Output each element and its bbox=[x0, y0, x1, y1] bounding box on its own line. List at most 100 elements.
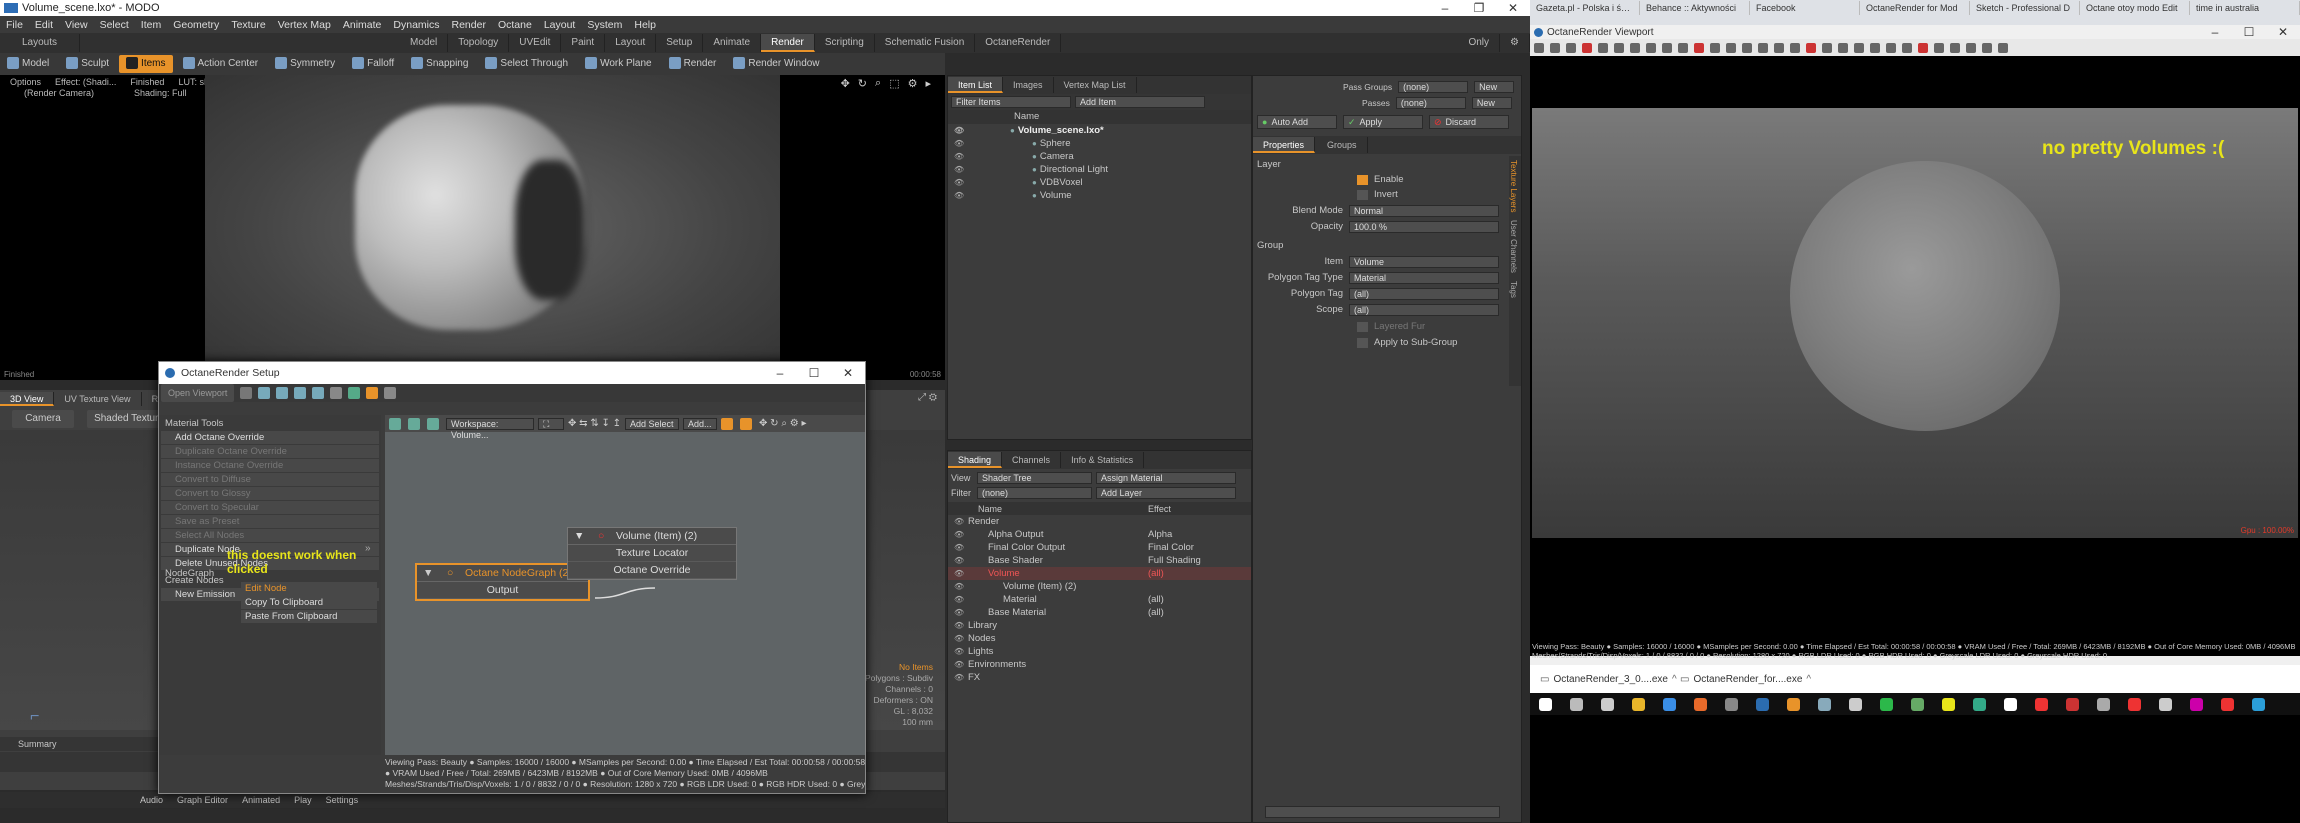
enable-checkbox[interactable] bbox=[1357, 174, 1368, 185]
menu-help[interactable]: Help bbox=[628, 19, 662, 31]
ov-toolbar-icon[interactable] bbox=[1950, 42, 1960, 53]
menu-system[interactable]: System bbox=[581, 19, 628, 31]
visibility-eye-icon[interactable]: 👁 bbox=[954, 150, 964, 163]
bottom-animated-button[interactable]: Animated bbox=[242, 795, 280, 805]
item-row[interactable]: 👁 ● Directional Light bbox=[948, 163, 1251, 176]
instance-octane-override-button[interactable]: Instance Octane Override bbox=[161, 459, 379, 472]
taskbar-app-icon[interactable] bbox=[1663, 697, 1676, 711]
menu-animate[interactable]: Animate bbox=[337, 19, 388, 31]
taskbar-app-icon[interactable] bbox=[2252, 697, 2265, 711]
visibility-eye-icon[interactable]: 👁 bbox=[954, 176, 964, 189]
taskbar-app-icon[interactable] bbox=[2004, 697, 2017, 711]
layout-tab-scripting[interactable]: Scripting bbox=[815, 34, 875, 52]
browser-tab[interactable]: time in australia bbox=[2190, 1, 2300, 15]
menu-dynamics[interactable]: Dynamics bbox=[387, 19, 445, 31]
invert-checkbox[interactable] bbox=[1357, 189, 1368, 200]
camera-dropdown[interactable]: Camera bbox=[12, 410, 74, 428]
visibility-eye-icon[interactable]: 👁 bbox=[954, 580, 964, 593]
maximize-button[interactable]: ❐ bbox=[1462, 1, 1496, 15]
shader-row[interactable]: 👁 Lights bbox=[948, 645, 1251, 658]
ov-toolbar-icon[interactable] bbox=[1982, 42, 1992, 53]
taskbar-app-icon[interactable] bbox=[1632, 697, 1645, 711]
shading-effect-header[interactable]: Effect bbox=[1148, 504, 1171, 514]
visibility-eye-icon[interactable]: 👁 bbox=[954, 567, 964, 580]
visibility-eye-icon[interactable]: 👁 bbox=[954, 554, 964, 567]
menu-octane[interactable]: Octane bbox=[492, 19, 538, 31]
visibility-eye-icon[interactable]: 👁 bbox=[954, 528, 964, 541]
tab-shading[interactable]: Shading bbox=[948, 452, 1003, 468]
rotate-icon[interactable]: ↻ bbox=[858, 77, 867, 90]
download-item[interactable]: ▭ OctaneRender_3_0....exe ^ bbox=[1540, 674, 1677, 685]
visibility-eye-icon[interactable]: 👁 bbox=[954, 658, 964, 671]
layout-tab-model[interactable]: Model bbox=[400, 34, 449, 52]
scope-dropdown[interactable]: (all) bbox=[1349, 303, 1499, 316]
setup-minimize-button[interactable]: – bbox=[763, 366, 797, 380]
octane-render-area[interactable]: no pretty Volumes :( Gpu : 100.00% Viewi… bbox=[1530, 56, 2300, 660]
ov-toolbar-icon[interactable] bbox=[1902, 42, 1912, 53]
copy-to-clipboard-button[interactable]: Copy To Clipboard bbox=[241, 596, 377, 609]
convert-to-glossy-button[interactable]: Convert to Glossy bbox=[161, 487, 379, 500]
ov-toolbar-icon[interactable] bbox=[1582, 42, 1592, 53]
ov-toolbar-icon[interactable] bbox=[1598, 42, 1608, 53]
taskbar-app-icon[interactable] bbox=[1880, 697, 1893, 711]
shader-row[interactable]: 👁 Nodes bbox=[948, 632, 1251, 645]
item-row[interactable]: 👁 ● Volume bbox=[948, 189, 1251, 202]
ov-toolbar-icon[interactable] bbox=[1774, 42, 1784, 53]
browser-tab[interactable]: Gazeta.pl - Polska i świa bbox=[1530, 1, 1640, 15]
ov-toolbar-icon[interactable] bbox=[1566, 42, 1576, 53]
chevron-up-icon[interactable]: ^ bbox=[1672, 674, 1677, 685]
collapse-node-icon[interactable]: ▼ bbox=[574, 528, 584, 545]
taskbar-app-icon[interactable] bbox=[2190, 697, 2203, 711]
tool-render-window-button[interactable]: Render Window bbox=[726, 55, 826, 73]
layouts-dropdown[interactable]: Layouts bbox=[0, 34, 80, 52]
bottom-settings-button[interactable]: Settings bbox=[326, 795, 359, 805]
menu-edit[interactable]: Edit bbox=[29, 19, 59, 31]
ov-toolbar-icon[interactable] bbox=[1854, 42, 1864, 53]
tool-work-plane-button[interactable]: Work Plane bbox=[578, 55, 659, 73]
menu-geometry[interactable]: Geometry bbox=[167, 19, 225, 31]
bottom-play-button[interactable]: Play bbox=[294, 795, 312, 805]
taskbar-app-icon[interactable] bbox=[1694, 697, 1707, 711]
ov-minimize-button[interactable]: – bbox=[2198, 25, 2232, 39]
toolbar-icon-7[interactable] bbox=[348, 387, 361, 399]
layout-tab-layout[interactable]: Layout bbox=[605, 34, 657, 52]
toolbar-icon-3[interactable] bbox=[276, 387, 289, 399]
taskbar-app-icon[interactable] bbox=[1539, 697, 1552, 711]
browser-tab[interactable]: Facebook bbox=[1750, 1, 1860, 15]
octane-nodegraph-node[interactable]: ▼ ○ Octane NodeGraph (2) Output bbox=[415, 563, 590, 601]
shader-row[interactable]: 👁 Base Shader Full Shading bbox=[948, 554, 1251, 567]
toolbar-icon-8[interactable] bbox=[366, 387, 379, 399]
taskbar-app-icon[interactable] bbox=[2128, 697, 2141, 711]
ov-toolbar-icon[interactable] bbox=[1790, 42, 1800, 53]
shader-row[interactable]: 👁 Volume (Item) (2) bbox=[948, 580, 1251, 593]
layer-section[interactable]: Layer bbox=[1257, 158, 1517, 171]
layout-tab-octanerender[interactable]: OctaneRender bbox=[975, 34, 1062, 52]
polygon-tag-dropdown[interactable]: (all) bbox=[1349, 287, 1499, 300]
tab-item-list[interactable]: Item List bbox=[948, 77, 1004, 93]
pass-groups-dropdown[interactable]: (none) bbox=[1398, 81, 1469, 93]
toolbar-icon-6[interactable] bbox=[330, 387, 343, 399]
paste-from-clipboard-button[interactable]: Paste From Clipboard bbox=[241, 610, 377, 623]
discard-button[interactable]: ⊘ Discard bbox=[1429, 115, 1509, 129]
add-item-dropdown[interactable]: Add Item bbox=[1075, 96, 1205, 108]
download-item[interactable]: ▭ OctaneRender_for....exe ^ bbox=[1680, 674, 1811, 685]
taskbar-app-icon[interactable] bbox=[1911, 697, 1924, 711]
zoom-icon[interactable]: ⌕ bbox=[875, 77, 881, 90]
collapse-node-icon[interactable]: ▼ bbox=[423, 565, 433, 582]
taskbar-app-icon[interactable] bbox=[2035, 697, 2048, 711]
visibility-eye-icon[interactable]: 👁 bbox=[954, 163, 964, 176]
nodegraph-header[interactable]: NodeGraph bbox=[165, 567, 214, 580]
menu-vertex-map[interactable]: Vertex Map bbox=[272, 19, 337, 31]
apply-button[interactable]: ✓ Apply bbox=[1343, 115, 1423, 129]
tab-vertex-map-list[interactable]: Vertex Map List bbox=[1054, 77, 1137, 93]
menu-texture[interactable]: Texture bbox=[225, 19, 271, 31]
layout-tab-animate[interactable]: Animate bbox=[703, 34, 762, 52]
tool-falloff-button[interactable]: Falloff bbox=[345, 55, 401, 73]
ov-toolbar-icon[interactable] bbox=[1886, 42, 1896, 53]
nodegraph-output-port[interactable]: Output bbox=[417, 582, 588, 599]
side-tab-texture-layers[interactable]: Texture Layers bbox=[1509, 156, 1518, 216]
apply-subgroup-checkbox[interactable] bbox=[1357, 337, 1368, 348]
visibility-eye-icon[interactable]: 👁 bbox=[954, 541, 964, 554]
add-layer-dropdown[interactable]: Add Layer bbox=[1096, 487, 1236, 499]
browser-tab[interactable]: Octane otoy modo Edit bbox=[2080, 1, 2190, 15]
